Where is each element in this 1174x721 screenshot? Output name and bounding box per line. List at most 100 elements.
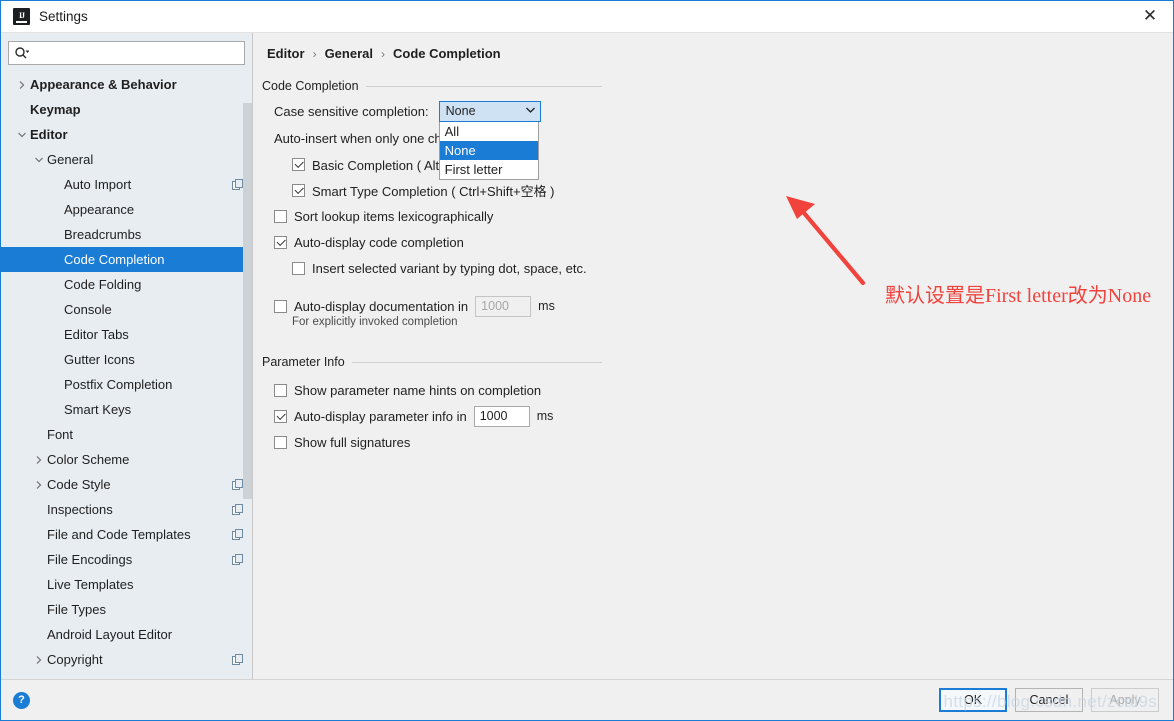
auto-display-parameter-info-input[interactable] [473,405,530,427]
sidebar-item-keymap[interactable]: Keymap [1,97,252,122]
chevron-right-icon[interactable] [32,653,45,666]
group-title: Parameter Info [262,355,345,369]
row-auto-display-parameter-info[interactable]: Auto-display parameter info in ms [274,403,602,429]
dialog-footer: ? OK Cancel Apply https://blog.csdn.net/… [1,679,1173,720]
sidebar-item-file-types[interactable]: File Types [1,597,252,622]
auto-display-documentation-unit: ms [538,299,555,313]
annotation-text: 默认设置是First letter改为None [885,285,1152,307]
chevron-down-icon[interactable] [32,153,45,166]
sidebar-item-general[interactable]: General [1,147,252,172]
row-show-parameter-hints[interactable]: Show parameter name hints on completion [274,377,602,403]
sidebar-item-console[interactable]: Console [1,297,252,322]
sidebar-item-label: Gutter Icons [64,352,135,367]
combo-option-all[interactable]: All [440,122,538,141]
sidebar-item-code-style[interactable]: Code Style [1,472,252,497]
sidebar-item-smart-keys[interactable]: Smart Keys [1,397,252,422]
dialog-buttons: OK Cancel Apply [939,688,1173,712]
auto-display-parameter-info-checkbox[interactable] [274,409,287,423]
apply-button[interactable]: Apply [1091,688,1159,712]
sidebar-item-label: Font [47,427,74,442]
group-header: Code Completion [262,79,602,93]
close-icon[interactable]: ✕ [1127,1,1173,31]
row-show-full-signatures[interactable]: Show full signatures [274,429,602,455]
show-parameter-hints-checkbox[interactable] [274,383,287,397]
breadcrumb-item-general[interactable]: General [325,46,373,61]
sidebar-item-label: Code Folding [64,277,142,292]
sidebar-item-file-encodings[interactable]: File Encodings [1,547,252,572]
show-full-signatures-label: Show full signatures [294,434,411,450]
auto-display-documentation-input[interactable] [475,295,532,317]
sidebar-item-label: Live Templates [47,577,134,592]
search-box[interactable] [8,41,245,65]
sidebar-item-breadcrumbs[interactable]: Breadcrumbs [1,222,252,247]
sidebar-item-font[interactable]: Font [1,422,252,447]
case-sensitive-combo[interactable]: None [438,100,541,122]
ok-button[interactable]: OK [939,688,1007,712]
row-auto-display-code[interactable]: Auto-display code completion [274,229,602,255]
sort-lookup-checkbox[interactable] [274,209,287,223]
breadcrumb-item-editor[interactable]: Editor [267,46,305,61]
smart-type-completion-checkbox[interactable] [292,183,305,197]
auto-display-code-checkbox[interactable] [274,235,287,249]
sidebar-item-auto-import[interactable]: Auto Import [1,172,252,197]
sidebar-item-code-completion[interactable]: Code Completion [1,247,252,272]
settings-tree[interactable]: Appearance & Behavior Keymap Editor General… [1,71,252,679]
breadcrumb-item-code-completion[interactable]: Code Completion [393,46,501,61]
sidebar-item-android-data-binding[interactable]: Android Data Binding [1,672,252,679]
sidebar-scrollbar[interactable] [243,66,252,679]
show-parameter-hints-label: Show parameter name hints on completion [294,382,542,398]
group-header: Parameter Info [262,355,602,369]
show-full-signatures-checkbox[interactable] [274,435,287,449]
sidebar-item-live-templates[interactable]: Live Templates [1,572,252,597]
sidebar-scrollbar-thumb[interactable] [243,103,252,499]
sidebar-item-copyright[interactable]: Copyright [1,647,252,672]
breadcrumb: Editor › General › Code Completion [253,33,1173,61]
group-code-completion: Code Completion Case sensitive completio… [262,79,602,328]
help-icon[interactable]: ? [13,691,30,709]
chevron-right-icon: › [380,46,385,61]
basic-completion-checkbox[interactable] [292,157,305,171]
sidebar-item-label: Console [64,302,112,317]
auto-display-documentation-checkbox[interactable] [274,299,287,313]
auto-display-documentation-label: Auto-display documentation in [294,298,469,314]
sidebar-item-label: File and Code Templates [47,527,191,542]
auto-display-parameter-info-unit: ms [536,409,554,423]
search-input[interactable] [31,42,239,64]
chevron-right-icon: › [312,46,317,61]
window-title: Settings [39,9,88,24]
sidebar-item-label: Code Style [47,477,111,492]
case-sensitive-label: Case sensitive completion: [274,103,429,119]
group-parameter-info: Parameter Info Show parameter name hints… [262,355,602,455]
sidebar-item-label: Code Completion [64,252,165,267]
chevron-right-icon[interactable] [32,453,45,466]
auto-display-code-label: Auto-display code completion [294,234,464,250]
sidebar-item-label: Android Layout Editor [47,627,173,642]
sidebar-item-editor-tabs[interactable]: Editor Tabs [1,322,252,347]
row-smart-type-completion[interactable]: Smart Type Completion ( Ctrl+Shift+空格 ) [292,177,602,203]
sidebar-item-gutter-icons[interactable]: Gutter Icons [1,347,252,372]
combo-option-first-letter[interactable]: First letter [440,160,538,179]
sidebar-item-editor[interactable]: Editor [1,122,252,147]
sidebar-item-color-scheme[interactable]: Color Scheme [1,447,252,472]
sidebar-item-appearance-behavior[interactable]: Appearance & Behavior [1,72,252,97]
insert-variant-checkbox[interactable] [292,261,305,275]
cancel-button[interactable]: Cancel [1015,688,1083,712]
row-sort-lookup[interactable]: Sort lookup items lexicographically [274,203,602,229]
sidebar-item-postfix-completion[interactable]: Postfix Completion [1,372,252,397]
sidebar-item-code-folding[interactable]: Code Folding [1,272,252,297]
chevron-right-icon[interactable] [15,78,28,91]
sidebar-item-file-and-code-templates[interactable]: File and Code Templates [1,522,252,547]
sidebar-item-android-layout-editor[interactable]: Android Layout Editor [1,622,252,647]
sidebar-item-label: Inspections [47,502,113,517]
chevron-down-icon[interactable] [15,128,28,141]
sidebar-item-label: Appearance [64,202,135,217]
sidebar-item-label: Editor Tabs [64,327,129,342]
case-sensitive-combo-list[interactable]: All None First letter [438,121,539,180]
chevron-down-icon[interactable] [525,106,536,117]
sidebar-item-appearance[interactable]: Appearance [1,197,252,222]
chevron-right-icon[interactable] [32,478,45,491]
sort-lookup-label: Sort lookup items lexicographically [294,208,494,224]
row-insert-variant[interactable]: Insert selected variant by typing dot, s… [292,255,602,281]
sidebar-item-inspections[interactable]: Inspections [1,497,252,522]
combo-option-none[interactable]: None [439,140,538,160]
